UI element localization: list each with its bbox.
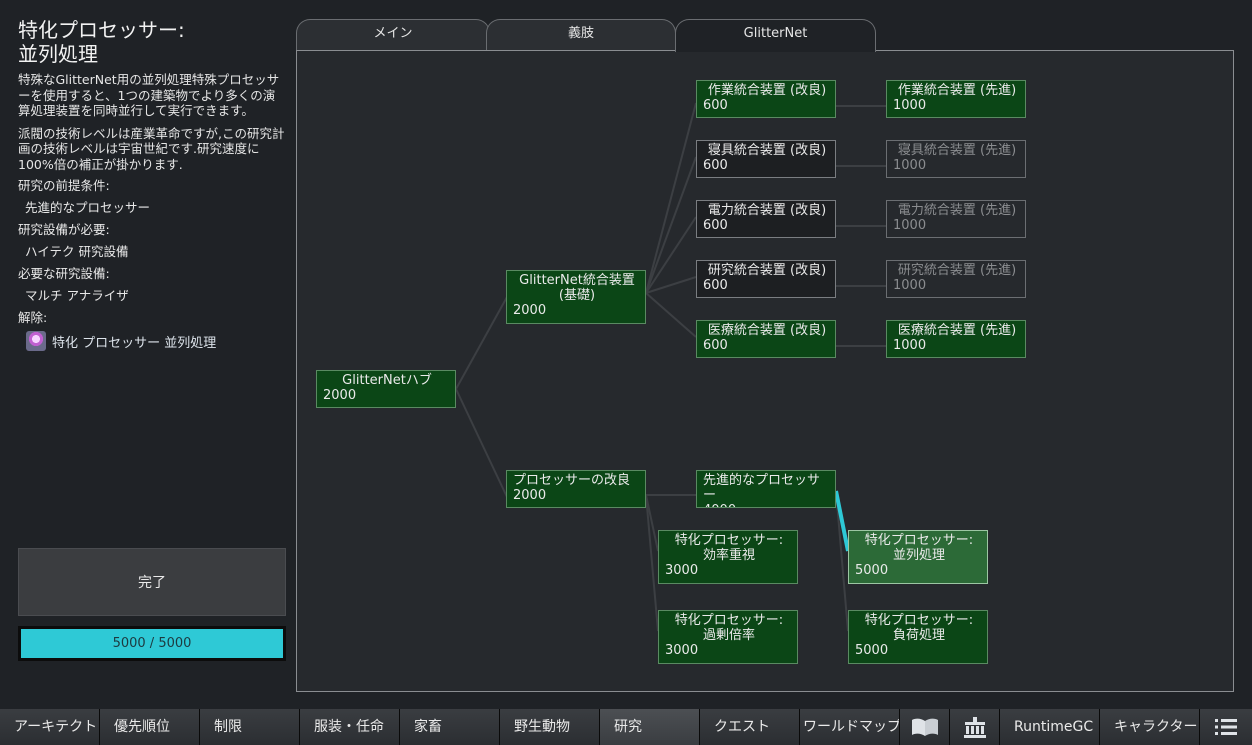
- node-glitternet-base[interactable]: GlitterNet統合装置 (基礎) 2000: [506, 270, 646, 324]
- node-bed-advanced[interactable]: 寝具統合装置 (先進) 1000: [886, 140, 1026, 178]
- link-base-research: [645, 276, 697, 294]
- node-specialized-efficiency[interactable]: 特化プロセッサー: 効率重視 3000: [658, 530, 798, 584]
- node-medical-improved[interactable]: 医療統合装置 (改良) 600: [696, 320, 836, 358]
- tab-bionics[interactable]: 義肢: [486, 19, 676, 51]
- node-research-improved[interactable]: 研究統合装置 (改良) 600: [696, 260, 836, 298]
- research-progress-bar: 5000 / 5000: [18, 626, 286, 661]
- node-work-advanced[interactable]: 作業統合装置 (先進) 1000: [886, 80, 1026, 118]
- prerequisite-value: 先進的なプロセッサー: [25, 200, 151, 215]
- link-proc-over: [645, 494, 659, 632]
- node-power-advanced[interactable]: 電力統合装置 (先進) 1000: [886, 200, 1026, 238]
- node-power-improved[interactable]: 電力統合装置 (改良) 600: [696, 200, 836, 238]
- tab-architect[interactable]: アーキテクト: [0, 709, 100, 745]
- node-glitternet-hub[interactable]: GlitterNetハブ 2000: [316, 370, 456, 408]
- node-specialized-parallel[interactable]: 特化プロセッサー: 並列処理 5000: [848, 530, 988, 584]
- tab-quests[interactable]: クエスト: [700, 709, 800, 745]
- node-processor-improvement[interactable]: プロセッサーの改良 2000: [506, 470, 646, 508]
- unlocks-label: 解除:: [18, 310, 48, 325]
- link-base-power: [645, 216, 697, 294]
- tab-priority[interactable]: 優先順位: [100, 709, 200, 745]
- node-bed-improved[interactable]: 寝具統合装置 (改良) 600: [696, 140, 836, 178]
- project-title: 特化プロセッサー: 並列処理: [18, 18, 185, 66]
- node-specialized-load[interactable]: 特化プロセッサー: 負荷処理 5000: [848, 610, 988, 664]
- link-base-bed: [645, 156, 697, 294]
- complete-button[interactable]: 完了: [18, 548, 286, 616]
- tab-animals[interactable]: 家畜: [400, 709, 500, 745]
- link-hub-base: [455, 296, 508, 390]
- link-hub-proc: [455, 388, 508, 498]
- required-bench-value: ハイテク 研究設備: [25, 244, 129, 259]
- tab-wildlife[interactable]: 野生動物: [500, 709, 600, 745]
- required-bench-label: 研究設備が必要:: [18, 222, 110, 237]
- menu-list-icon[interactable]: [1200, 709, 1252, 745]
- processor-item-icon: [26, 331, 46, 351]
- unlock-item-label: 特化 プロセッサー 並列処理: [52, 335, 217, 351]
- tech-level-note: 派閥の技術レベルは産業革命ですが,この研究計画の技術レベルは宇宙世紀です.研究速…: [18, 125, 285, 172]
- prerequisites-label: 研究の前提条件:: [18, 178, 110, 193]
- tab-runtime-gc[interactable]: RuntimeGC: [1000, 709, 1100, 745]
- tab-glitternet[interactable]: GlitterNet: [675, 19, 876, 52]
- unlock-item[interactable]: 特化 プロセッサー 並列処理: [18, 331, 284, 351]
- node-research-advanced[interactable]: 研究統合装置 (先進) 1000: [886, 260, 1026, 298]
- project-description: 特殊なGlitterNet用の並列処理特殊プロセッサーを使用すると、1つの建築物…: [18, 72, 280, 118]
- factions-icon[interactable]: [950, 709, 1000, 745]
- tab-research[interactable]: 研究: [600, 709, 700, 745]
- tab-restrict[interactable]: 制限: [200, 709, 300, 745]
- node-advanced-processor[interactable]: 先進的なプロセッサー 4000: [696, 470, 836, 508]
- required-facility-value: マルチ アナライザ: [25, 288, 129, 303]
- node-work-improved[interactable]: 作業統合装置 (改良) 600: [696, 80, 836, 118]
- link-base-work: [645, 102, 697, 294]
- node-specialized-overclock[interactable]: 特化プロセッサー: 過剰倍率 3000: [658, 610, 798, 664]
- progress-text: 5000 / 5000: [112, 636, 192, 651]
- research-tree-panel: GlitterNetハブ 2000 GlitterNet統合装置 (基礎) 20…: [296, 50, 1234, 692]
- tab-character[interactable]: キャラクター: [1100, 709, 1200, 745]
- tab-main[interactable]: メイン: [296, 19, 490, 51]
- required-facility-label: 必要な研究設備:: [18, 266, 110, 281]
- node-medical-advanced[interactable]: 医療統合装置 (先進) 1000: [886, 320, 1026, 358]
- tab-assign[interactable]: 服装・任命: [300, 709, 400, 745]
- tab-world-map[interactable]: ワールドマップ: [800, 709, 900, 745]
- main-tab-bar: アーキテクト 優先順位 制限 服装・任命 家畜 野生動物 研究 クエスト ワール…: [0, 709, 1252, 745]
- book-icon[interactable]: [900, 709, 950, 745]
- link-base-medical: [645, 292, 697, 338]
